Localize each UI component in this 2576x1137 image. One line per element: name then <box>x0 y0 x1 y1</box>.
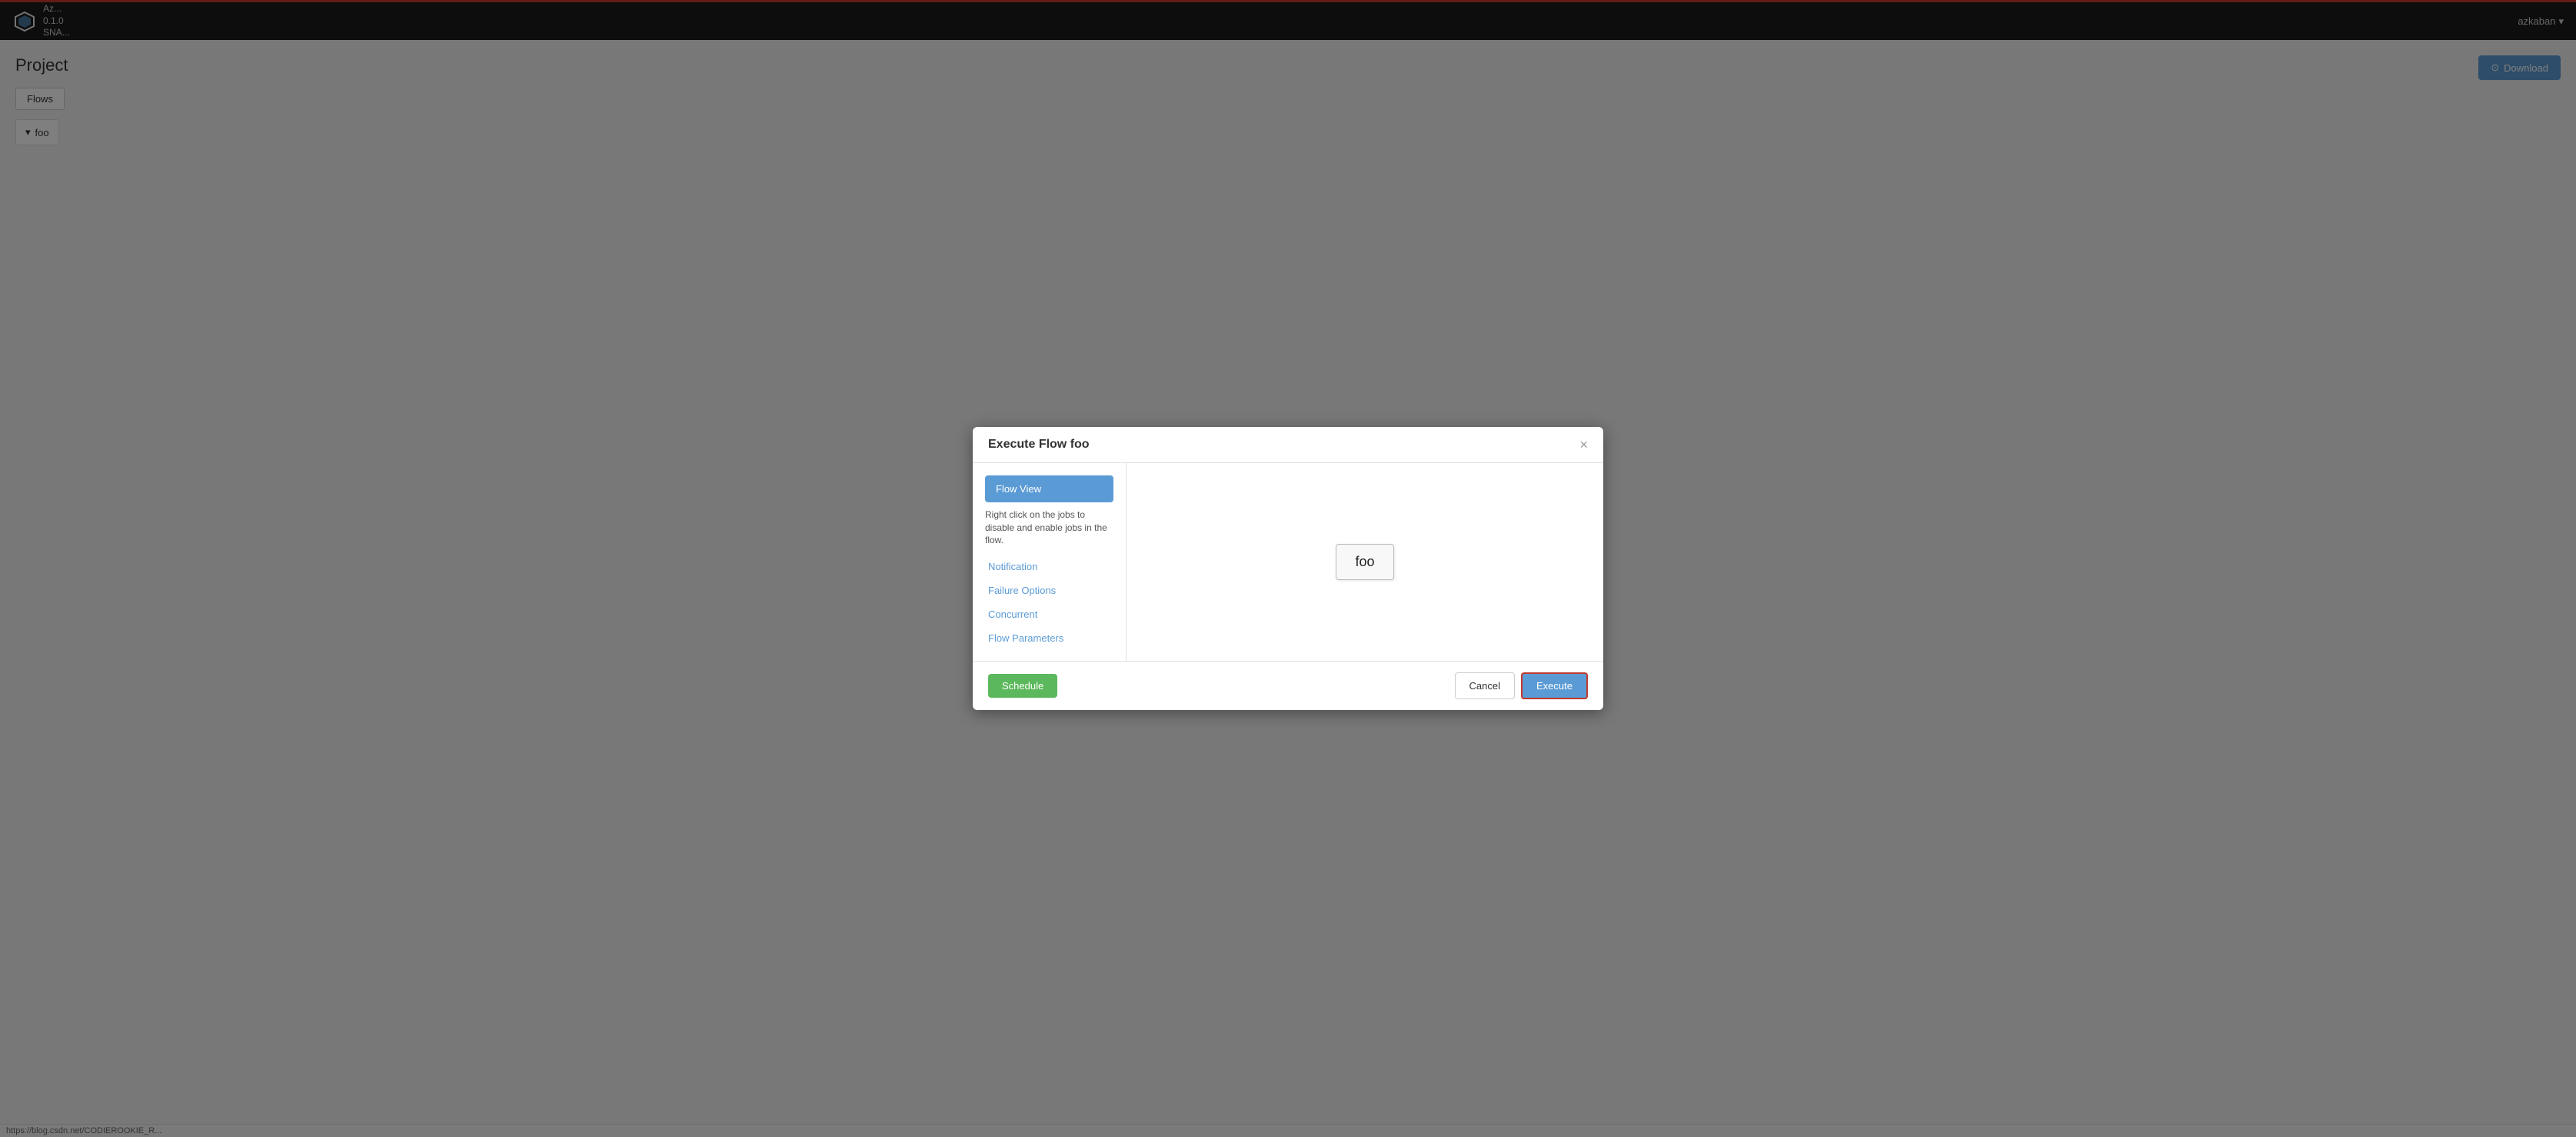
execute-flow-modal: Execute Flow foo × Flow View Right click… <box>973 427 1603 710</box>
execute-button[interactable]: Execute <box>1521 672 1588 699</box>
modal-sidebar: Flow View Right click on the jobs to dis… <box>973 463 1127 661</box>
cancel-button[interactable]: Cancel <box>1455 672 1515 699</box>
flow-view-button[interactable]: Flow View <box>985 475 1113 502</box>
notification-link[interactable]: Notification <box>985 556 1113 577</box>
flow-parameters-link[interactable]: Flow Parameters <box>985 628 1113 649</box>
footer-right-actions: Cancel Execute <box>1455 672 1588 699</box>
schedule-button[interactable]: Schedule <box>988 674 1057 698</box>
modal-body: Flow View Right click on the jobs to dis… <box>973 463 1603 661</box>
modal-title: Execute Flow foo <box>988 438 1090 452</box>
modal-close-button[interactable]: × <box>1579 438 1588 452</box>
flow-node-foo[interactable]: foo <box>1336 544 1393 580</box>
flow-view-hint: Right click on the jobs to disable and e… <box>985 508 1113 547</box>
modal-header: Execute Flow foo × <box>973 427 1603 463</box>
modal-footer: Schedule Cancel Execute <box>973 661 1603 710</box>
concurrent-link[interactable]: Concurrent <box>985 604 1113 625</box>
modal-flow-view: foo <box>1127 463 1603 661</box>
modal-overlay: Execute Flow foo × Flow View Right click… <box>0 0 2576 1137</box>
failure-options-link[interactable]: Failure Options <box>985 580 1113 601</box>
